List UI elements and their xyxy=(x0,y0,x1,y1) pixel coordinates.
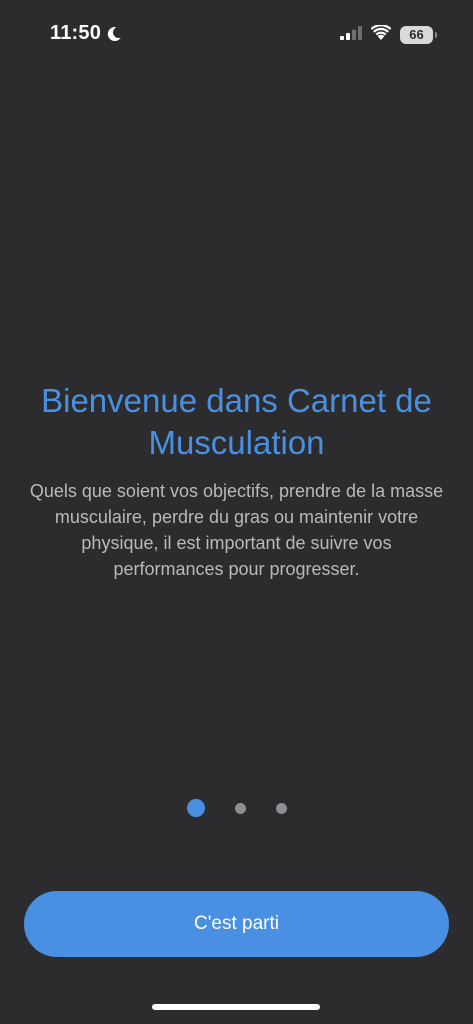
status-icons: 66 xyxy=(340,23,437,45)
home-indicator[interactable] xyxy=(152,1004,320,1010)
page-dot-3[interactable] xyxy=(275,802,287,814)
cellular-signal-icon xyxy=(340,25,362,45)
page-indicator xyxy=(0,799,473,817)
moon-icon xyxy=(105,25,123,43)
status-time: 11:50 xyxy=(50,22,123,45)
page-dot-2[interactable] xyxy=(234,802,246,814)
page-dot-1[interactable] xyxy=(186,799,205,817)
time-label: 11:50 xyxy=(50,22,102,44)
battery-level: 66 xyxy=(409,27,424,42)
wifi-icon xyxy=(370,23,392,45)
onboarding-content: Bienvenue dans Carnet de Musculation Que… xyxy=(0,380,473,582)
start-button[interactable]: C'est parti xyxy=(24,891,449,957)
battery-icon: 66 xyxy=(400,26,437,44)
status-bar: 11:50 66 xyxy=(0,0,473,70)
onboarding-description: Quels que soient vos objectifs, prendre … xyxy=(29,481,444,579)
page-title: Bienvenue dans Carnet de Musculation xyxy=(41,382,432,461)
